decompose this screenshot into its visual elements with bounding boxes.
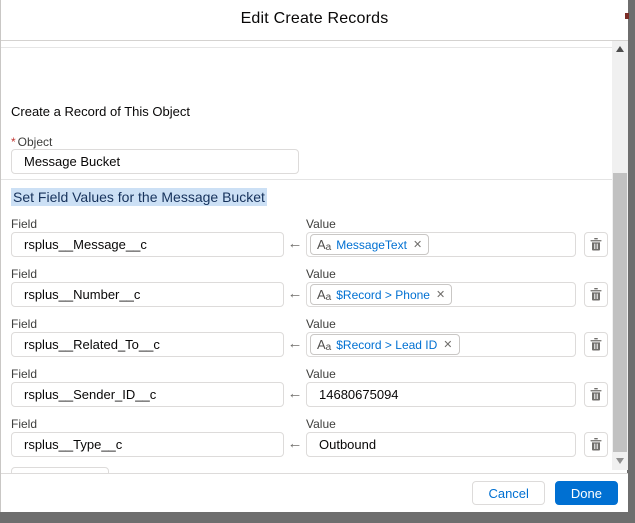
- value-combobox[interactable]: Aa $Record > Phone ✕: [306, 282, 576, 307]
- required-asterisk: *: [11, 135, 16, 149]
- value-combobox[interactable]: Aa MessageText ✕: [306, 232, 576, 257]
- dialog-footer: Cancel Done: [1, 473, 628, 512]
- dialog-title: Edit Create Records: [1, 0, 628, 38]
- dialog-header: Edit Create Records: [1, 0, 628, 41]
- pill-label: MessageText: [336, 238, 407, 252]
- trash-icon: [590, 338, 602, 351]
- done-button[interactable]: Done: [555, 481, 618, 505]
- field-value-row: Field Value ←: [1, 367, 612, 412]
- field-column-label: Field: [11, 317, 37, 331]
- field-value-row: Field Value ←: [1, 417, 612, 462]
- text-type-icon: Aa: [317, 287, 331, 303]
- pill-label: $Record > Lead ID: [336, 338, 437, 352]
- value-combobox[interactable]: Aa $Record > Lead ID ✕: [306, 332, 576, 357]
- text-type-icon: Aa: [317, 337, 331, 353]
- resource-pill[interactable]: Aa $Record > Lead ID ✕: [310, 334, 460, 355]
- field-column-label: Field: [11, 267, 37, 281]
- value-column-label: Value: [306, 367, 336, 381]
- delete-row-button[interactable]: [584, 382, 608, 407]
- value-input[interactable]: [306, 432, 576, 457]
- resource-pill[interactable]: Aa $Record > Phone ✕: [310, 284, 452, 305]
- object-label: *Object: [11, 135, 52, 149]
- delete-row-button[interactable]: [584, 332, 608, 357]
- remove-pill-icon[interactable]: ✕: [413, 238, 422, 251]
- value-column-label: Value: [306, 417, 336, 431]
- field-input[interactable]: [11, 282, 284, 307]
- field-value-row: Field Value ← Aa MessageText ✕: [1, 217, 612, 262]
- delete-row-button[interactable]: [584, 232, 608, 257]
- dialog-scroll-area: Create a Record of This Object *Object S…: [1, 47, 612, 473]
- remove-pill-icon[interactable]: ✕: [436, 288, 445, 301]
- left-arrow-icon: ←: [284, 235, 306, 252]
- vertical-scrollbar[interactable]: [612, 41, 628, 470]
- field-column-label: Field: [11, 367, 37, 381]
- object-label-text: Object: [18, 135, 53, 149]
- left-arrow-icon: ←: [284, 335, 306, 352]
- resource-pill[interactable]: Aa MessageText ✕: [310, 234, 429, 255]
- value-column-label: Value: [306, 267, 336, 281]
- scroll-up-arrow-icon[interactable]: [616, 46, 624, 52]
- edit-create-records-dialog: Edit Create Records Create a Record of T…: [0, 0, 627, 512]
- value-input[interactable]: [306, 382, 576, 407]
- left-arrow-icon: ←: [284, 435, 306, 452]
- field-value-row: Field Value ← Aa $Record > Lead ID ✕: [1, 317, 612, 362]
- section-divider: [1, 179, 612, 180]
- pill-label: $Record > Phone: [336, 288, 430, 302]
- field-value-row: Field Value ← Aa $Record > Phone ✕: [1, 267, 612, 312]
- scroll-down-arrow-icon[interactable]: [616, 458, 624, 464]
- delete-row-button[interactable]: [584, 432, 608, 457]
- create-record-section-heading: Create a Record of This Object: [11, 104, 190, 119]
- cancel-button[interactable]: Cancel: [472, 481, 544, 505]
- left-arrow-icon: ←: [284, 385, 306, 402]
- field-column-label: Field: [11, 417, 37, 431]
- field-input[interactable]: [11, 232, 284, 257]
- field-input[interactable]: [11, 382, 284, 407]
- object-input[interactable]: [11, 149, 299, 174]
- screen-artifact: [625, 13, 629, 19]
- left-arrow-icon: ←: [284, 285, 306, 302]
- trash-icon: [590, 438, 602, 451]
- trash-icon: [590, 238, 602, 251]
- remove-pill-icon[interactable]: ✕: [443, 338, 452, 351]
- set-field-values-heading: Set Field Values for the Message Bucket: [11, 188, 267, 206]
- text-type-icon: Aa: [317, 237, 331, 253]
- field-input[interactable]: [11, 432, 284, 457]
- field-input[interactable]: [11, 332, 284, 357]
- trash-icon: [590, 288, 602, 301]
- trash-icon: [590, 388, 602, 401]
- value-column-label: Value: [306, 317, 336, 331]
- scrollbar-thumb[interactable]: [613, 173, 627, 452]
- value-column-label: Value: [306, 217, 336, 231]
- field-column-label: Field: [11, 217, 37, 231]
- delete-row-button[interactable]: [584, 282, 608, 307]
